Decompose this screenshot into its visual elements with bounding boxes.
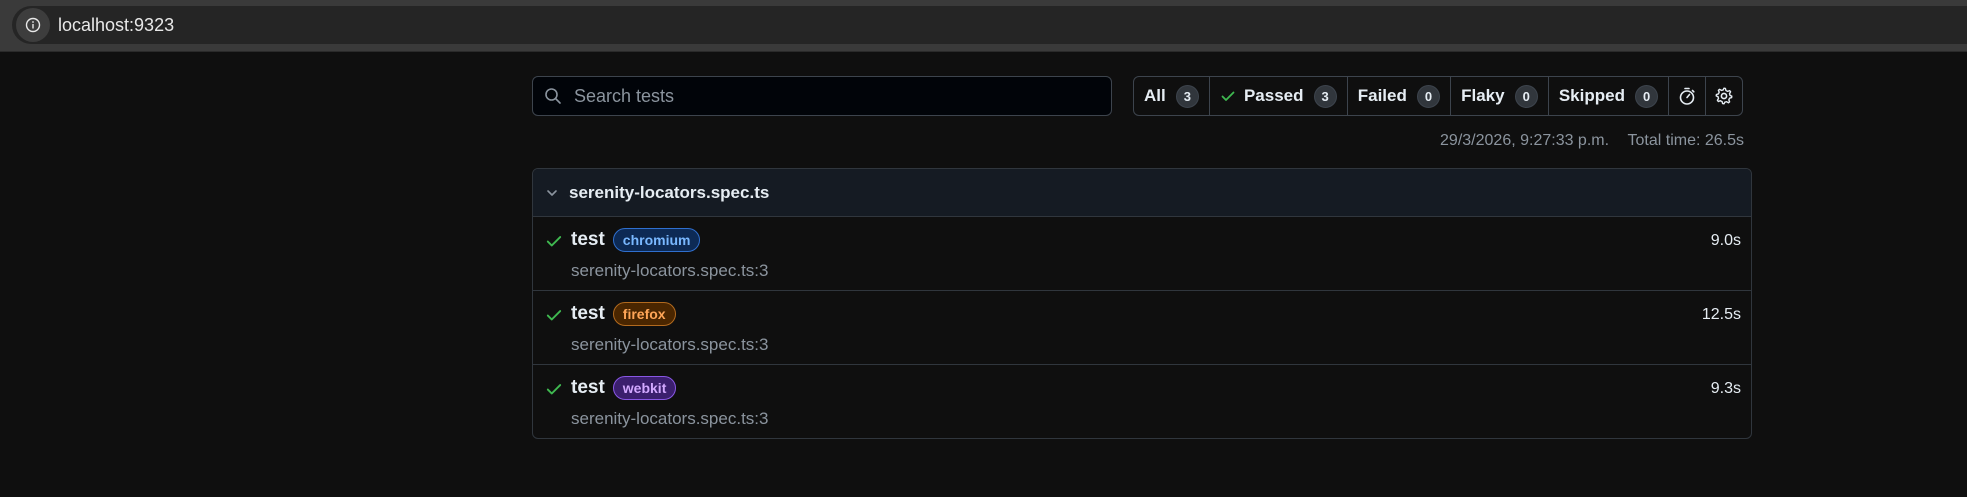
check-icon xyxy=(545,306,563,324)
test-title-line: test firefox xyxy=(571,302,676,326)
project-tag[interactable]: chromium xyxy=(612,228,701,252)
gear-icon[interactable] xyxy=(1706,77,1742,115)
test-title[interactable]: test xyxy=(571,377,605,399)
test-location[interactable]: serenity-locators.spec.ts:3 xyxy=(571,409,768,429)
filter-all-count: 3 xyxy=(1175,84,1199,108)
test-row[interactable]: test webkit serenity-locators.spec.ts:3 … xyxy=(533,365,1751,438)
filter-passed[interactable]: Passed 3 xyxy=(1210,77,1348,115)
filter-failed-count: 0 xyxy=(1416,84,1441,108)
test-title[interactable]: test xyxy=(571,229,605,251)
search-input[interactable] xyxy=(572,84,1111,108)
test-row[interactable]: test firefox serenity-locators.spec.ts:3… xyxy=(533,291,1751,365)
header-row: All 3 Passed 3 Failed 0 Flaky 0 xyxy=(532,76,1752,116)
filter-flaky-count: 0 xyxy=(1514,84,1538,108)
filter-failed-label: Failed xyxy=(1357,86,1407,105)
report-meta: 29/3/2026, 9:27:33 p.m. Total time: 26.5… xyxy=(1440,132,1744,150)
filter-skipped[interactable]: Skipped 0 xyxy=(1549,77,1670,115)
status-filters: All 3 Passed 3 Failed 0 Flaky 0 Skipped … xyxy=(1133,76,1744,116)
url-text[interactable]: localhost:9323 xyxy=(58,15,174,36)
stopwatch-icon[interactable] xyxy=(1669,77,1707,115)
address-bar[interactable]: localhost:9323 xyxy=(12,6,1967,44)
info-icon[interactable] xyxy=(16,8,50,42)
project-tag[interactable]: firefox xyxy=(612,302,676,326)
report-timestamp: 29/3/2026, 9:27:33 p.m. xyxy=(1440,132,1610,149)
search-box[interactable] xyxy=(532,76,1112,116)
file-header[interactable]: serenity-locators.spec.ts xyxy=(533,169,1751,217)
filter-passed-label: Passed xyxy=(1243,86,1304,105)
project-tag[interactable]: webkit xyxy=(612,376,677,400)
filter-passed-count: 3 xyxy=(1313,84,1337,108)
filter-flaky-label: Flaky xyxy=(1461,86,1505,105)
filter-failed[interactable]: Failed 0 xyxy=(1348,77,1452,115)
filter-all-label: All xyxy=(1144,86,1166,105)
test-duration: 9.3s xyxy=(1710,380,1741,397)
filter-all[interactable]: All 3 xyxy=(1134,77,1210,115)
check-icon xyxy=(1220,88,1236,104)
report-main: All 3 Passed 3 Failed 0 Flaky 0 xyxy=(532,76,1752,439)
test-location[interactable]: serenity-locators.spec.ts:3 xyxy=(571,261,768,281)
test-title-line: test webkit xyxy=(571,376,677,400)
check-icon xyxy=(545,232,563,250)
check-icon xyxy=(545,380,563,398)
test-location[interactable]: serenity-locators.spec.ts:3 xyxy=(571,335,768,355)
test-title[interactable]: test xyxy=(571,303,605,325)
search-icon xyxy=(544,87,562,105)
test-title-line: test chromium xyxy=(571,228,701,252)
file-group: serenity-locators.spec.ts test chromium … xyxy=(532,168,1752,439)
filter-skipped-label: Skipped xyxy=(1558,86,1625,105)
chevron-down-icon[interactable] xyxy=(545,186,559,200)
browser-toolbar: localhost:9323 xyxy=(0,0,1967,52)
filter-flaky[interactable]: Flaky 0 xyxy=(1451,77,1549,115)
total-time: Total time: 26.5s xyxy=(1627,132,1745,149)
test-duration: 12.5s xyxy=(1701,306,1741,323)
file-title: serenity-locators.spec.ts xyxy=(569,182,770,202)
test-row[interactable]: test chromium serenity-locators.spec.ts:… xyxy=(533,217,1751,291)
filter-skipped-count: 0 xyxy=(1634,84,1659,108)
test-duration: 9.0s xyxy=(1710,232,1741,249)
